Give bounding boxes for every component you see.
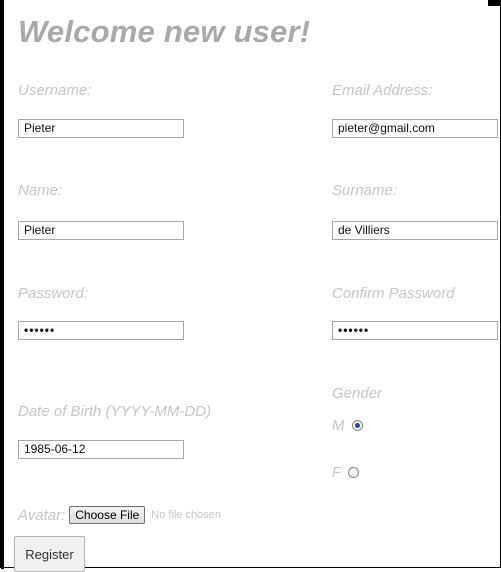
surname-input[interactable]: de Villiers xyxy=(332,221,498,240)
name-input[interactable]: Pieter xyxy=(18,221,184,240)
surname-label: Surname: xyxy=(332,182,398,199)
file-status-text: No file chosen xyxy=(151,509,221,521)
confirm-password-label: Confirm Password xyxy=(332,285,455,302)
dob-input[interactable]: 1985-06-12 xyxy=(18,440,184,459)
username-label: Username: xyxy=(18,82,92,99)
gender-option-m: M xyxy=(332,417,363,434)
choose-file-button[interactable]: Choose File xyxy=(69,506,146,524)
gender-f-radio[interactable] xyxy=(348,467,360,478)
avatar-label: Avatar: xyxy=(18,506,66,524)
gender-m-radio[interactable] xyxy=(351,420,363,431)
username-input[interactable]: Pieter xyxy=(18,119,184,138)
password-input[interactable]: •••••• xyxy=(18,321,184,340)
gender-label: Gender xyxy=(332,385,383,402)
dob-label: Date of Birth (YYYY-MM-DD) xyxy=(18,403,212,420)
email-label: Email Address: xyxy=(332,82,433,99)
register-button[interactable]: Register xyxy=(14,536,85,572)
gender-f-label: F xyxy=(332,464,342,481)
email-input[interactable]: pieter@gmail.com xyxy=(332,119,498,138)
panel-left-border xyxy=(1,0,4,569)
gender-option-f: F xyxy=(332,464,360,481)
registration-panel: Welcome new user! Username: Pieter Email… xyxy=(0,0,501,572)
panel-corner-mark xyxy=(488,0,500,6)
page-title: Welcome new user! xyxy=(18,14,311,49)
name-label: Name: xyxy=(18,182,63,199)
avatar-row: Avatar: Choose File No file chosen xyxy=(18,506,221,524)
password-label: Password: xyxy=(18,285,89,302)
gender-m-label: M xyxy=(332,417,345,434)
confirm-password-input[interactable]: •••••• xyxy=(332,321,498,340)
